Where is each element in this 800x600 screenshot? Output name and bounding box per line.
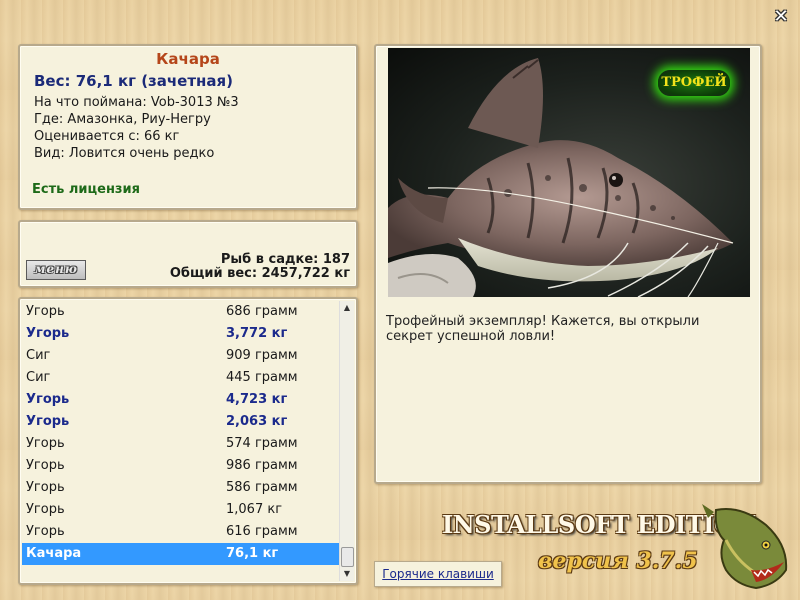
list-item-name: Угорь — [26, 502, 65, 517]
trophy-panel: ТРОФЕЙ Трофейный экземпляр! Кажется, вы … — [374, 44, 762, 484]
list-item-name: Угорь — [26, 414, 70, 429]
bait-line: На что поймана: Vob-3013 №3 — [34, 95, 239, 110]
list-item-weight: 574 грамм — [226, 436, 298, 451]
fish-name: Качара — [156, 50, 220, 68]
list-item-name: Угорь — [26, 524, 65, 539]
list-item[interactable]: Угорь 686 грамм — [22, 301, 340, 323]
catch-list[interactable]: Угорь 686 грамм Угорь 3,772 кг Сиг 909 грамм С… — [22, 301, 340, 581]
trophy-badge: ТРОФЕЙ — [658, 70, 730, 96]
list-item-name: Сиг — [26, 348, 51, 363]
keepnet-stats-panel: меню Рыб в садке: 187 Общий вес: 2457,72… — [18, 220, 358, 288]
location-line: Где: Амазонка, Риу-Негру — [34, 112, 211, 127]
list-item[interactable]: Угорь 3,772 кг — [22, 323, 340, 345]
list-item-weight: 986 грамм — [226, 458, 298, 473]
list-item-weight: 445 грамм — [226, 370, 298, 385]
list-item-name: Угорь — [26, 326, 70, 341]
catch-list-panel: Угорь 686 грамм Угорь 3,772 кг Сиг 909 грамм С… — [18, 297, 358, 585]
list-item[interactable]: Угорь 2,063 кг — [22, 411, 340, 433]
list-item-name: Угорь — [26, 392, 70, 407]
close-icon[interactable]: ✕ — [770, 6, 792, 28]
scroll-down-icon[interactable]: ▼ — [340, 567, 354, 581]
list-item-weight: 2,063 кг — [226, 414, 288, 429]
list-item-weight: 3,772 кг — [226, 326, 288, 341]
list-item-weight: 1,067 кг — [226, 502, 283, 517]
rarity-line: Вид: Ловится очень редко — [34, 146, 215, 161]
list-item-weight: 4,723 кг — [226, 392, 288, 407]
list-item[interactable]: Угорь 4,723 кг — [22, 389, 340, 411]
list-item-name: Угорь — [26, 480, 65, 495]
list-item[interactable]: Угорь 574 грамм — [22, 433, 340, 455]
list-item-weight: 76,1 кг — [226, 546, 279, 561]
list-item-weight: 686 грамм — [226, 304, 298, 319]
fish-weight: Вес: 76,1 кг (зачетная) — [34, 72, 234, 90]
trophy-caption: Трофейный экземпляр! Кажется, вы открыли… — [386, 314, 700, 344]
list-item[interactable]: Сиг 909 грамм — [22, 345, 340, 367]
version-label: версия 3.7.5 — [538, 548, 698, 574]
fish-info-panel: Качара Вес: 76,1 кг (зачетная) На что по… — [18, 44, 358, 210]
list-item[interactable]: Сиг 445 грамм — [22, 367, 340, 389]
scroll-thumb[interactable] — [341, 547, 354, 567]
menu-button[interactable]: меню — [26, 260, 86, 280]
list-item-name: Угорь — [26, 436, 65, 451]
list-item[interactable]: Качара 76,1 кг — [22, 543, 340, 565]
list-scrollbar[interactable]: ▲ ▼ — [339, 301, 354, 581]
list-item[interactable]: Угорь 986 грамм — [22, 455, 340, 477]
list-item[interactable]: Угорь 586 грамм — [22, 477, 340, 499]
list-item-name: Угорь — [26, 304, 65, 319]
total-weight: Общий вес: 2457,722 кг — [169, 266, 350, 281]
scroll-up-icon[interactable]: ▲ — [340, 301, 354, 315]
license-status: Есть лицензия — [32, 182, 140, 197]
pike-logo-icon — [702, 504, 788, 590]
list-item[interactable]: Угорь 1,067 кг — [22, 499, 340, 521]
value-line: Оценивается с: 66 кг — [34, 129, 180, 144]
list-item-weight: 586 грамм — [226, 480, 298, 495]
hotkeys-button[interactable]: Горячие клавиши — [374, 561, 502, 587]
list-item-weight: 909 грамм — [226, 348, 298, 363]
list-item[interactable]: Угорь 616 грамм — [22, 521, 340, 543]
fish-count: Рыб в садке: 187 — [220, 252, 350, 267]
fish-photo: ТРОФЕЙ — [388, 48, 750, 297]
list-item-name: Угорь — [26, 458, 65, 473]
list-item-name: Сиг — [26, 370, 51, 385]
list-item-name: Качара — [26, 546, 82, 561]
list-item-weight: 616 грамм — [226, 524, 298, 539]
